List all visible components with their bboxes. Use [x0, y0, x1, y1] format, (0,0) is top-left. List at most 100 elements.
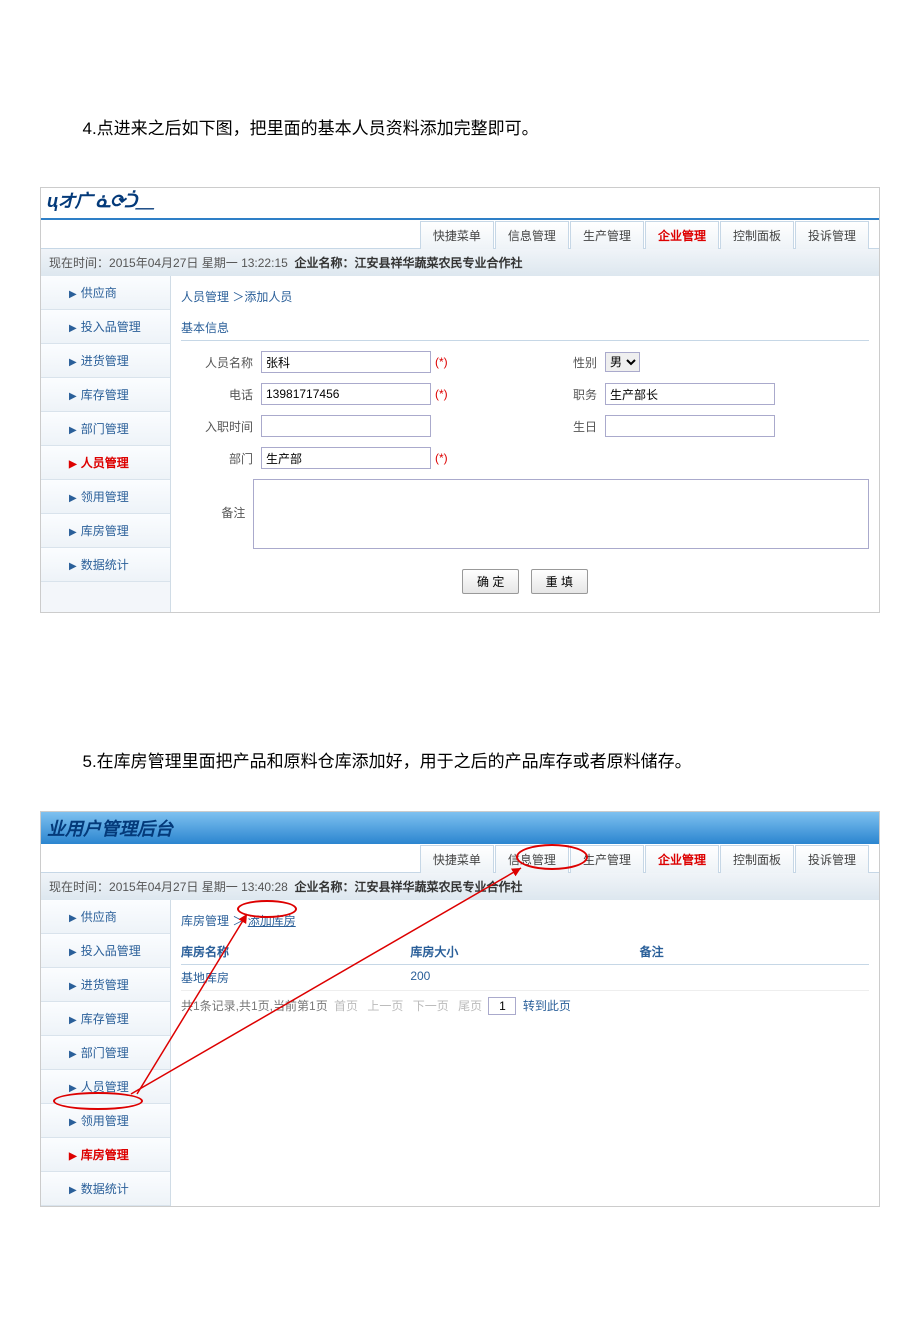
sidebar-item-库房管理[interactable]: ▶ 库房管理 [41, 1138, 170, 1172]
dept-input[interactable] [261, 447, 431, 469]
reset-button[interactable]: 重 填 [531, 569, 588, 594]
hiredate-input[interactable] [261, 415, 431, 437]
caret-icon: ▶ [69, 1015, 77, 1026]
required-mark: (*) [435, 451, 448, 465]
remark-textarea[interactable] [253, 479, 869, 549]
sidebar-item-label: 部门管理 [81, 422, 129, 436]
tab-控制面板[interactable]: 控制面板 [720, 221, 794, 249]
doc-step5-text: 5.在库房管理里面把产品和原料仓库添加好，用于之后的产品库存或者原料储存。 [40, 743, 880, 780]
sidebar-item-label: 供应商 [81, 910, 117, 924]
sidebar-item-库存管理[interactable]: ▶ 库存管理 [41, 378, 170, 412]
tab-生产管理[interactable]: 生产管理 [570, 845, 644, 873]
caret-icon: ▶ [69, 561, 77, 572]
time-value: 2015年04月27日 星期一 13:40:28 [109, 880, 288, 894]
company-prefix: 企业名称： [294, 256, 354, 270]
sidebar-item-部门管理[interactable]: ▶部门管理 [41, 1036, 170, 1070]
caret-icon: ▶ [69, 323, 77, 334]
company-prefix: 企业名称： [294, 880, 354, 894]
tab-快捷菜单[interactable]: 快捷菜单 [420, 221, 494, 249]
pager-next[interactable]: 下一页 [413, 999, 449, 1013]
name-label: 人员名称 [181, 354, 261, 371]
birthday-input[interactable] [605, 415, 775, 437]
tab-企业管理[interactable]: 企业管理 [645, 845, 719, 873]
birthday-label: 生日 [525, 418, 605, 435]
caret-icon: ▶ [69, 289, 77, 300]
pager-prev[interactable]: 上一页 [367, 999, 403, 1013]
sidebar-item-label: 库存管理 [81, 388, 129, 402]
position-input[interactable] [605, 383, 775, 405]
sidebar-item-label: 领用管理 [81, 490, 129, 504]
caret-icon: ▶ [69, 459, 77, 470]
dept-label: 部门 [181, 450, 261, 467]
sidebar-item-人员管理[interactable]: ▶人员管理 [41, 1070, 170, 1104]
pager-last[interactable]: 尾页 [458, 999, 482, 1013]
sidebar-item-label: 库房管理 [81, 1148, 129, 1162]
pager-first[interactable]: 首页 [334, 999, 358, 1013]
add-warehouse-link[interactable]: 添加库房 [248, 914, 296, 928]
required-mark: (*) [435, 355, 448, 369]
sidebar-item-label: 投入品管理 [81, 944, 141, 958]
col-name: 库房名称 [181, 943, 410, 960]
app2-sidebar: ▶供应商▶投入品管理▶进货管理▶库存管理▶部门管理▶人员管理▶领用管理▶库房管理… [41, 900, 171, 1206]
sidebar-item-label: 部门管理 [81, 1046, 129, 1060]
sidebar-item-投入品管理[interactable]: ▶ 投入品管理 [41, 934, 170, 968]
pager-page-input[interactable] [488, 997, 516, 1015]
table-header: 库房名称 库房大小 备注 [181, 939, 869, 965]
caret-icon: ▶ [69, 493, 77, 504]
cell-size: 200 [410, 969, 639, 986]
app2-logo: 业用户管理后台 [47, 819, 173, 839]
caret-icon: ▶ [69, 357, 77, 368]
app1-logo: цオ广 ᓈ⟳ᑑ＿ [41, 191, 153, 211]
tab-生产管理[interactable]: 生产管理 [570, 221, 644, 249]
app2-window: 业用户管理后台 快捷菜单信息管理生产管理企业管理控制面板投诉管理 现在时间：20… [40, 811, 880, 1207]
phone-input[interactable] [261, 383, 431, 405]
tab-投诉管理[interactable]: 投诉管理 [795, 845, 869, 873]
col-size: 库房大小 [410, 943, 639, 960]
sidebar-item-领用管理[interactable]: ▶ 领用管理 [41, 480, 170, 514]
caret-icon: ▶ [69, 1151, 77, 1162]
caret-icon: ▶ [69, 947, 77, 958]
sidebar-item-投入品管理[interactable]: ▶投入品管理 [41, 310, 170, 344]
sidebar-item-人员管理[interactable]: ▶ 人员管理 [41, 446, 170, 480]
hiredate-label: 入职时间 [181, 418, 261, 435]
tab-投诉管理[interactable]: 投诉管理 [795, 221, 869, 249]
breadcrumb: 人员管理 ＞添加人员 [181, 284, 869, 315]
sidebar-item-label: 数据统计 [81, 558, 129, 572]
pager-goto[interactable]: 转到此页 [523, 999, 571, 1013]
app2-infobar: 现在时间：2015年04月27日 星期一 13:40:28 企业名称：江安县祥华… [41, 873, 879, 900]
sidebar-item-领用管理[interactable]: ▶领用管理 [41, 1104, 170, 1138]
tab-控制面板[interactable]: 控制面板 [720, 845, 794, 873]
cell-remark [640, 969, 869, 986]
app1-window: цオ广 ᓈ⟳ᑑ＿ 快捷菜单信息管理生产管理企业管理控制面板投诉管理 现在时间：2… [40, 187, 880, 613]
tab-企业管理[interactable]: 企业管理 [645, 221, 719, 249]
caret-icon: ▶ [69, 391, 77, 402]
time-prefix: 现在时间： [49, 880, 109, 894]
sidebar-item-进货管理[interactable]: ▶ 进货管理 [41, 344, 170, 378]
name-input[interactable] [261, 351, 431, 373]
sidebar-item-label: 人员管理 [81, 456, 129, 470]
sidebar-item-数据统计[interactable]: ▶数据统计 [41, 1172, 170, 1206]
tab-信息管理[interactable]: 信息管理 [495, 221, 569, 249]
sidebar-item-库存管理[interactable]: ▶库存管理 [41, 1002, 170, 1036]
sidebar-item-label: 进货管理 [81, 354, 129, 368]
sidebar-item-库房管理[interactable]: ▶库房管理 [41, 514, 170, 548]
sidebar-item-供应商[interactable]: ▶供应商 [41, 900, 170, 934]
gender-select[interactable]: 男 [605, 352, 640, 372]
ok-button[interactable]: 确 定 [462, 569, 519, 594]
caret-icon: ▶ [69, 981, 77, 992]
tab-快捷菜单[interactable]: 快捷菜单 [420, 845, 494, 873]
caret-icon: ▶ [69, 1185, 77, 1196]
caret-icon: ▶ [69, 1083, 77, 1094]
sidebar-item-部门管理[interactable]: ▶部门管理 [41, 412, 170, 446]
sidebar-item-进货管理[interactable]: ▶进货管理 [41, 968, 170, 1002]
app2-tabbar: 快捷菜单信息管理生产管理企业管理控制面板投诉管理 [41, 844, 879, 873]
app1-tabbar: 快捷菜单信息管理生产管理企业管理控制面板投诉管理 [41, 220, 879, 249]
caret-icon: ▶ [69, 1117, 77, 1128]
crumb-a: 库房管理 [181, 914, 229, 928]
table-row[interactable]: 基地库房 200 [181, 965, 869, 991]
sidebar-item-label: 库房管理 [81, 524, 129, 538]
sidebar-item-供应商[interactable]: ▶供应商 [41, 276, 170, 310]
sidebar-item-数据统计[interactable]: ▶ 数据统计 [41, 548, 170, 582]
crumb-sep: ＞ [232, 914, 244, 928]
tab-信息管理[interactable]: 信息管理 [495, 845, 569, 873]
